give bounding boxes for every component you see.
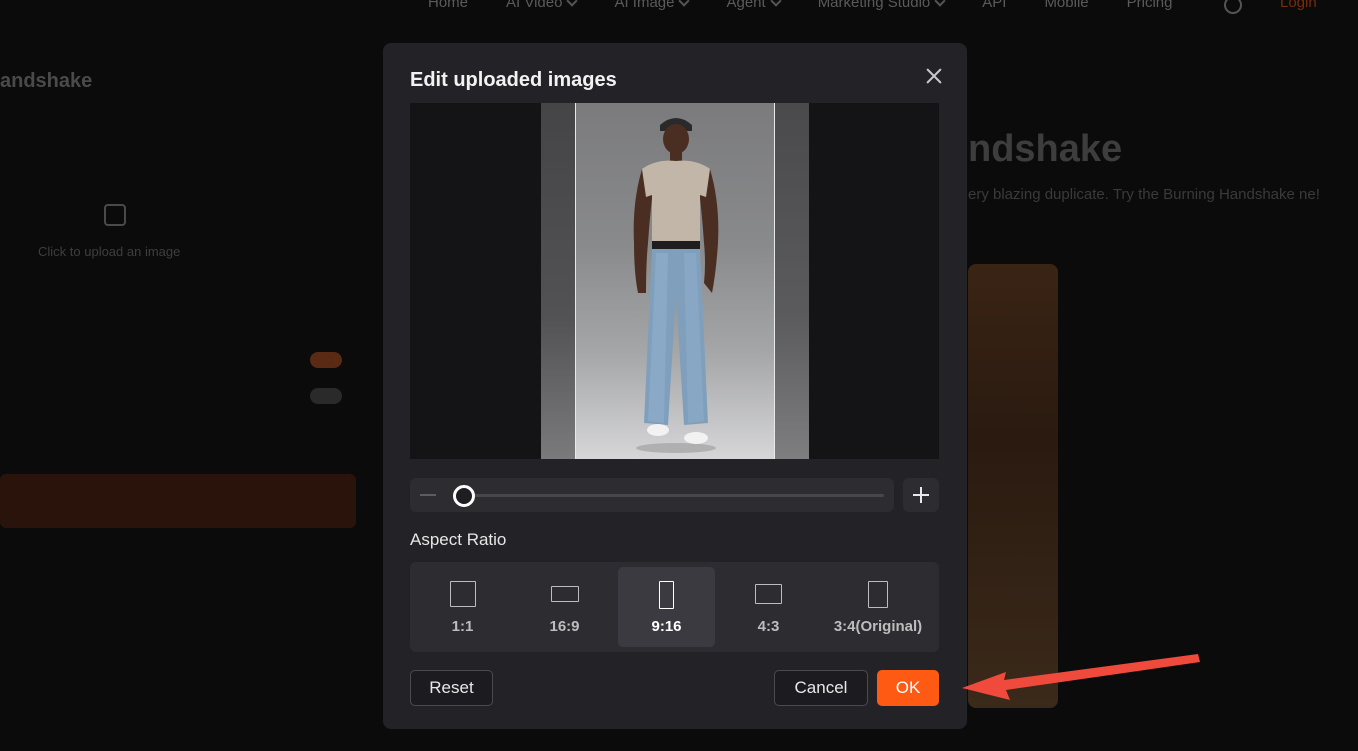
crop-outside-right <box>775 103 809 459</box>
close-icon[interactable] <box>923 65 945 87</box>
bg-right-subtitle: ery blazing duplicate. Try the Burning H… <box>968 186 1320 203</box>
nav-item-marketing-studio[interactable]: Marketing Studio <box>817 0 946 11</box>
aspect-ratio-options: 1:1 16:9 9:16 4:3 3:4(Original) <box>410 562 939 652</box>
aspect-ratio-text: 16:9 <box>549 618 580 635</box>
landscape-ratio-icon <box>755 584 782 604</box>
edit-image-modal: Edit uploaded images Aspect Ratio 1:1 16… <box>383 43 967 729</box>
nav-item-api[interactable]: API <box>982 0 1006 11</box>
minus-icon[interactable] <box>420 494 436 496</box>
nav-label: AI Image <box>614 0 675 11</box>
aspect-ratio-text: 3:4(Original) <box>833 618 923 635</box>
uploaded-photo <box>633 118 719 453</box>
nav-label: API <box>982 0 1007 11</box>
aspect-ratio-4-3[interactable]: 4:3 <box>720 567 817 647</box>
crop-canvas[interactable] <box>410 103 939 459</box>
portrait-ratio-icon <box>868 581 888 608</box>
aspect-ratio-label: Aspect Ratio <box>410 530 507 549</box>
nav-item-home[interactable]: Home <box>428 0 468 11</box>
annotation-arrow-icon <box>962 654 1200 700</box>
aspect-ratio-1-1[interactable]: 1:1 <box>414 567 511 647</box>
crop-outside-left <box>541 103 575 459</box>
aspect-ratio-text: 1:1 <box>451 618 474 635</box>
zoom-slider-track[interactable] <box>462 494 884 497</box>
tall-ratio-icon <box>659 581 674 609</box>
bg-right-title: ndshake <box>968 128 1123 170</box>
zoom-slider-thumb[interactable] <box>453 485 475 507</box>
aspect-ratio-text: 9:16 <box>651 618 682 635</box>
nav-item-ai-video[interactable]: AI Video <box>506 0 579 11</box>
nav-label: Mobile <box>1044 0 1089 11</box>
login-link[interactable]: Login <box>1280 0 1317 11</box>
aspect-ratio-16-9[interactable]: 16:9 <box>516 567 613 647</box>
nav-item-ai-image[interactable]: AI Image <box>614 0 691 11</box>
ok-button[interactable]: OK <box>877 670 939 706</box>
top-nav: Home AI Video AI Image Agent Marketing S… <box>428 0 1210 11</box>
bg-toggle-off <box>310 388 342 404</box>
square-ratio-icon <box>449 581 476 607</box>
bg-preview-image <box>968 264 1058 708</box>
nav-item-mobile[interactable]: Mobile <box>1044 0 1088 11</box>
bg-generate-button <box>0 474 356 528</box>
chevron-down-icon <box>770 0 782 7</box>
cancel-button[interactable]: Cancel <box>774 670 868 706</box>
aspect-ratio-9-16[interactable]: 9:16 <box>618 567 715 647</box>
chevron-down-icon <box>678 0 691 7</box>
aspect-ratio-text: 4:3 <box>757 618 780 635</box>
nav-item-agent[interactable]: Agent <box>726 0 782 11</box>
nav-label: Marketing Studio <box>817 0 931 11</box>
crop-area[interactable] <box>575 103 775 459</box>
chevron-down-icon <box>934 0 946 7</box>
globe-icon[interactable] <box>1224 0 1242 14</box>
nav-label: AI Video <box>506 0 563 11</box>
modal-title: Edit uploaded images <box>410 69 617 91</box>
wide-ratio-icon <box>550 586 579 602</box>
upload-icon <box>104 204 126 226</box>
nav-label: Pricing <box>1126 0 1173 11</box>
bg-left-title: andshake <box>0 70 93 92</box>
nav-label: Agent <box>726 0 766 11</box>
nav-item-pricing[interactable]: Pricing <box>1127 0 1173 11</box>
zoom-slider[interactable] <box>410 478 894 512</box>
bg-upload-text: Click to upload an image <box>38 244 181 259</box>
chevron-down-icon <box>566 0 579 7</box>
plus-icon[interactable] <box>903 478 939 512</box>
bg-toggle-on <box>310 352 342 368</box>
nav-label: Home <box>428 0 469 11</box>
aspect-ratio-3-4-original[interactable]: 3:4(Original) <box>822 567 934 647</box>
reset-button[interactable]: Reset <box>410 670 493 706</box>
